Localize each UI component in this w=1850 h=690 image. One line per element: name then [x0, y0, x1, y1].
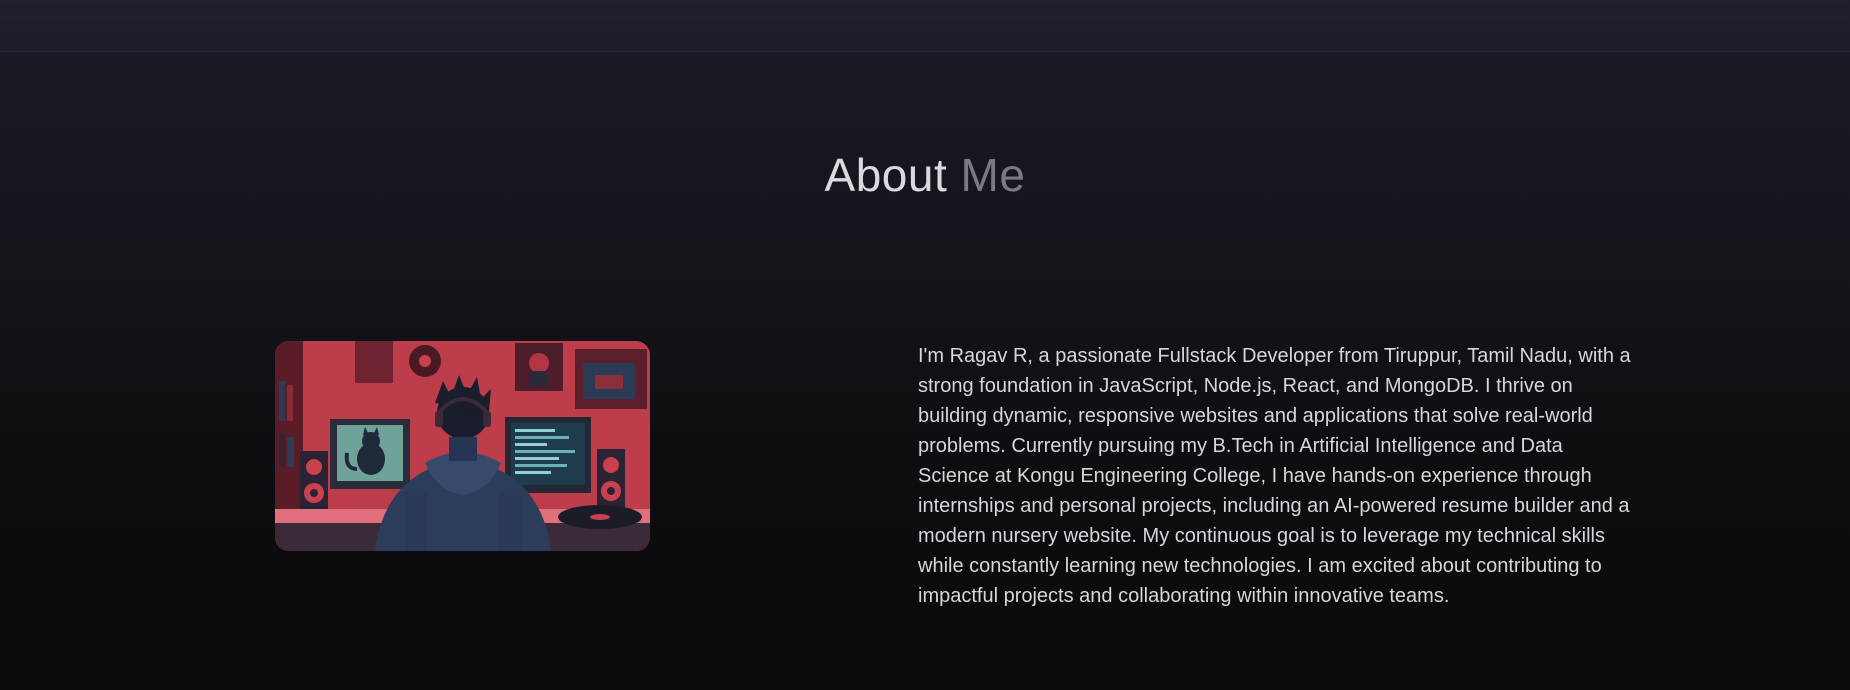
title-main: About	[824, 149, 948, 201]
about-bio: I'm Ragav R, a passionate Fullstack Deve…	[918, 345, 1631, 607]
title-accent: Me	[960, 149, 1026, 201]
about-image	[275, 341, 650, 551]
developer-illustration-icon	[275, 341, 650, 551]
section-title: About Me	[0, 148, 1850, 202]
about-section: About Me I'm Ragav R, a passionate Fulls…	[0, 0, 1850, 690]
